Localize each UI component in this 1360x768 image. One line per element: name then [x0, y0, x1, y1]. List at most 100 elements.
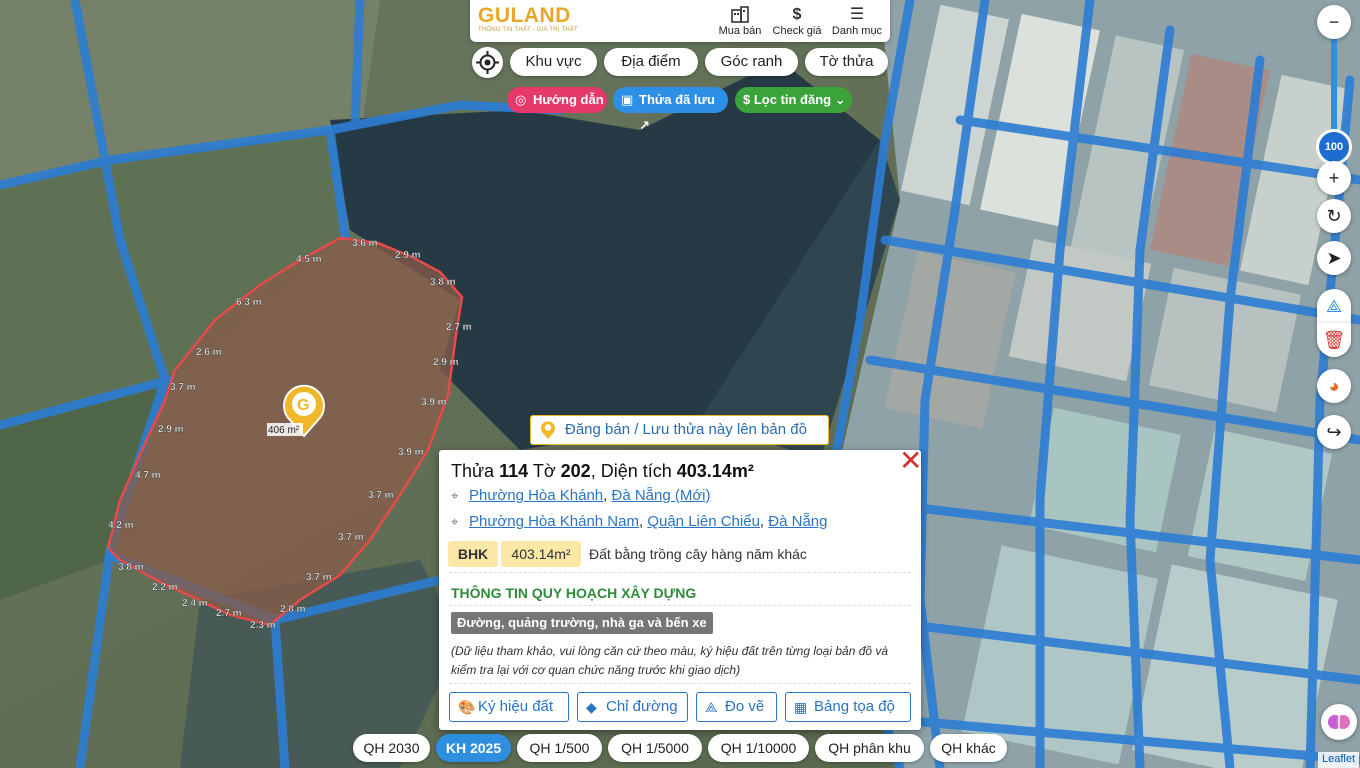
address-old: ⌖ Phường Hòa Khánh Nam, Quận Liên Chiểu, …	[451, 513, 828, 530]
target-icon: ◎	[515, 92, 527, 107]
navigate-button[interactable]: ➤	[1317, 241, 1351, 275]
directions-button[interactable]: ◆ Chỉ đường	[577, 692, 688, 722]
tab-qh-2030[interactable]: QH 2030	[353, 734, 430, 762]
tab-kh-2025[interactable]: KH 2025	[436, 734, 511, 762]
refresh-icon: ↻	[1326, 206, 1342, 226]
buy-sell-button[interactable]: Mua bán	[710, 5, 770, 37]
guide-chip[interactable]: ◎ Hướng dẫn	[507, 87, 607, 113]
share-button[interactable]: ↪	[1317, 415, 1351, 449]
share-icon: ↪	[1326, 422, 1342, 442]
disclaimer-note: (Dữ liệu tham khảo, vui lòng căn cứ theo…	[451, 644, 889, 677]
coordinate-table-label: Bảng tọa độ	[814, 698, 895, 715]
guland-logo[interactable]: GULAND THÔNG TIN THẬT - GIÁ TRỊ THẬT	[478, 4, 578, 34]
saved-parcels-chip[interactable]: ▣ Thửa đã lưu ↗	[613, 87, 728, 133]
district-link[interactable]: Quận Liên Chiểu	[647, 513, 760, 530]
refresh-button[interactable]: ↻	[1317, 199, 1351, 233]
menu-button[interactable]: ☰ Danh mục	[827, 5, 887, 37]
edge-label: 2.2 m	[152, 582, 178, 593]
saved-parcels-label: Thửa đã lưu	[639, 92, 715, 107]
dollar-icon: $	[792, 6, 802, 23]
brand-name: GULAND	[478, 4, 571, 27]
tab-qh-1-5000[interactable]: QH 1/5000	[608, 734, 702, 762]
menu-icon: ☰	[849, 6, 865, 23]
edge-label: 3.7 m	[338, 532, 364, 543]
post-parcel-button[interactable]: Đăng bán / Lưu thửa này lên bản đồ	[530, 415, 829, 445]
building-icon	[710, 5, 770, 25]
divider	[449, 605, 911, 606]
minus-icon: −	[1328, 12, 1340, 32]
land-symbol-button[interactable]: 🎨 Ký hiệu đất	[449, 692, 569, 722]
address-new: ⌖ Phường Hòa Khánh, Đà Nẵng (Mới)	[451, 487, 711, 504]
trash-icon: 🗑	[1322, 330, 1346, 350]
filter-area[interactable]: Khu vực	[510, 48, 597, 76]
directions-icon: ◆	[586, 699, 597, 715]
ward-link[interactable]: Phường Hòa Khánh Nam	[469, 513, 639, 530]
edge-label: 2.3 m	[250, 620, 276, 631]
divider	[449, 572, 911, 573]
measure-icon: ⟁	[705, 699, 718, 715]
zoom-out-button[interactable]: −	[1317, 5, 1351, 39]
bookmark-icon: ▣	[621, 92, 634, 107]
divider	[449, 683, 911, 684]
edge-label: 3.7 m	[170, 382, 196, 393]
edge-label: 2.4 m	[182, 598, 208, 609]
check-price-button[interactable]: $ Check giá	[767, 5, 827, 37]
zoom-slider-track[interactable]	[1331, 30, 1337, 140]
land-code-badge: BHK	[448, 541, 498, 567]
edge-label: 3.8 m	[430, 277, 456, 288]
svg-text:G: G	[297, 397, 309, 414]
zone-tag: Đường, quảng trường, nhà ga và bến xe	[451, 612, 713, 634]
parcel-title: Thửa 114 Tờ 202, Diện tích 403.14m²	[451, 461, 754, 481]
edge-label: 2.9 m	[433, 357, 459, 368]
close-icon[interactable]: ✕	[899, 447, 922, 475]
edge-label: 3.9 m	[421, 397, 447, 408]
edge-label: 3.6 m	[352, 238, 378, 249]
tab-qh-khac[interactable]: QH khác	[930, 734, 1007, 762]
tab-qh-1-10000[interactable]: QH 1/10000	[708, 734, 809, 762]
external-link-icon: ↗	[639, 118, 650, 133]
location-pin-icon	[541, 421, 555, 439]
palette-icon: ◕	[1328, 376, 1340, 396]
crosshair-icon	[476, 51, 499, 74]
table-icon: ▦	[794, 699, 808, 715]
map-pin-icon: ⌖	[451, 488, 459, 503]
plus-icon: +	[1328, 168, 1340, 188]
ward-link[interactable]: Phường Hòa Khánh	[469, 487, 603, 504]
edge-label: 3.9 m	[398, 447, 424, 458]
city-link[interactable]: Đà Nẵng (Mới)	[611, 487, 710, 504]
filter-sheet-parcel[interactable]: Tờ thửa	[805, 48, 888, 76]
edge-label: 2.7 m	[446, 322, 472, 333]
land-symbol-label: Ký hiệu đất	[478, 698, 554, 715]
filter-location[interactable]: Địa điểm	[604, 48, 698, 76]
guide-label: Hướng dẫn	[533, 92, 604, 107]
parcel-area-label: 406 m²	[268, 425, 300, 436]
tab-qh-phan-khu[interactable]: QH phân khu	[815, 734, 924, 762]
zoom-level-badge[interactable]: 100	[1316, 129, 1352, 165]
edge-label: 2.9 m	[395, 250, 421, 261]
edge-label: 2.7 m	[216, 608, 242, 619]
palette-button[interactable]: ◕	[1317, 369, 1351, 403]
edge-label: 2.8 m	[280, 604, 306, 615]
edge-label: 3.7 m	[368, 490, 394, 501]
palette-icon: 🎨	[458, 699, 476, 715]
delete-button[interactable]: 🗑	[1317, 323, 1351, 357]
planning-section-title: THÔNG TIN QUY HOẠCH XÂY DỰNG	[451, 585, 697, 601]
listing-filter-label: $ Lọc tin đăng	[743, 92, 832, 107]
measure-button[interactable]: ⟁	[1317, 289, 1351, 323]
parcel-info-popup: Thửa 114 Tờ 202, Diện tích 403.14m² ✕ ⌖ P…	[439, 447, 922, 730]
brain-icon	[1328, 715, 1350, 729]
leaflet-attribution[interactable]: Leaflet	[1318, 752, 1360, 768]
my-location-button[interactable]	[472, 47, 503, 78]
tab-qh-1-500[interactable]: QH 1/500	[517, 734, 602, 762]
zoom-in-button[interactable]: +	[1317, 161, 1351, 195]
city-link[interactable]: Đà Nẵng	[768, 513, 827, 530]
measure-draw-button[interactable]: ⟁ Đo vẽ	[696, 692, 777, 722]
filter-boundary-corner[interactable]: Góc ranh	[705, 48, 798, 76]
edge-label: 3.7 m	[306, 572, 332, 583]
listing-filter-chip[interactable]: $ Lọc tin đăng ⌄	[735, 87, 852, 113]
coordinate-table-button[interactable]: ▦ Bảng tọa độ	[785, 692, 911, 722]
ai-assistant-button[interactable]	[1321, 704, 1357, 740]
menu-label: Danh mục	[831, 25, 883, 37]
edge-label: 3.8 m	[118, 562, 144, 573]
land-type-text: Đất bằng trồng cây hàng năm khác	[589, 546, 807, 562]
